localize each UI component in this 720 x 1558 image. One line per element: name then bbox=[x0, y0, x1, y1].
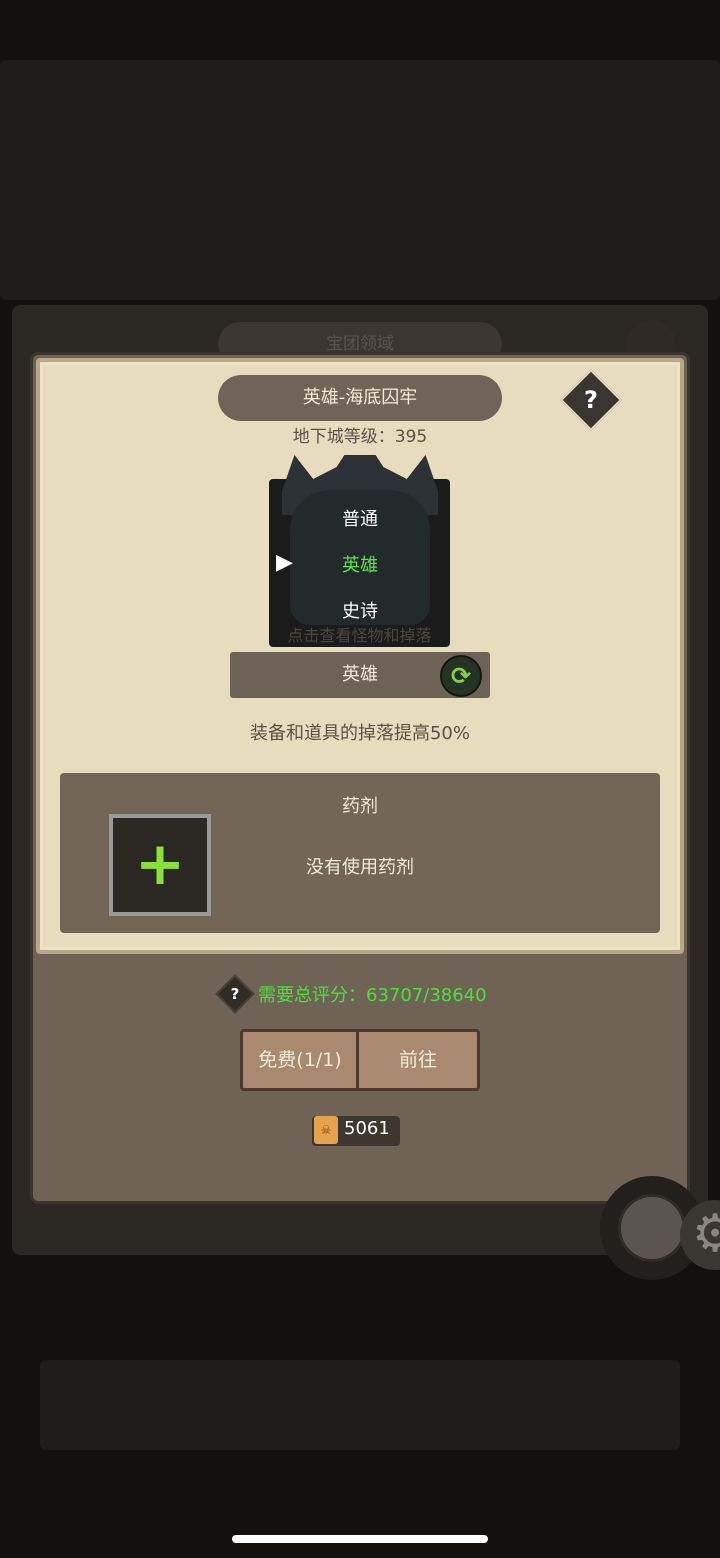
free-enter-button[interactable]: 免费(1/1) bbox=[240, 1029, 360, 1091]
bg-bottom-block bbox=[40, 1360, 680, 1450]
difficulty-option-hero[interactable]: 英雄 bbox=[300, 551, 420, 577]
help-icon[interactable]: ? bbox=[569, 378, 613, 422]
bg-top-block bbox=[0, 60, 720, 300]
difficulty-option-epic[interactable]: 史诗 bbox=[300, 597, 420, 623]
go-button[interactable]: 前往 bbox=[356, 1029, 480, 1091]
scroll-icon: ☠ bbox=[314, 1116, 338, 1144]
dungeon-title: 英雄-海底囚牢 bbox=[218, 375, 502, 421]
monster-drop-hint: 点击查看怪物和掉落 bbox=[287, 626, 432, 645]
home-indicator[interactable] bbox=[232, 1535, 488, 1543]
joystick-knob[interactable] bbox=[618, 1194, 686, 1262]
drop-bonus-text: 装备和道具的掉落提高50% bbox=[249, 723, 470, 744]
score-requirement: 需要总评分：63707/38640 bbox=[258, 985, 487, 1006]
dungeon-level: 地下城等级：395 bbox=[292, 427, 428, 447]
swap-difficulty-icon[interactable]: ⟳ bbox=[440, 655, 482, 697]
selection-arrow-icon: ▶ bbox=[276, 550, 293, 575]
scroll-count: 5061 bbox=[344, 1118, 390, 1139]
potion-status: 没有使用药剂 bbox=[306, 857, 414, 878]
add-potion-icon[interactable]: + bbox=[109, 814, 211, 916]
difficulty-option-normal[interactable]: 普通 bbox=[300, 505, 420, 531]
potion-title: 药剂 bbox=[342, 796, 378, 817]
requirement-help-icon[interactable]: ? bbox=[221, 980, 249, 1008]
